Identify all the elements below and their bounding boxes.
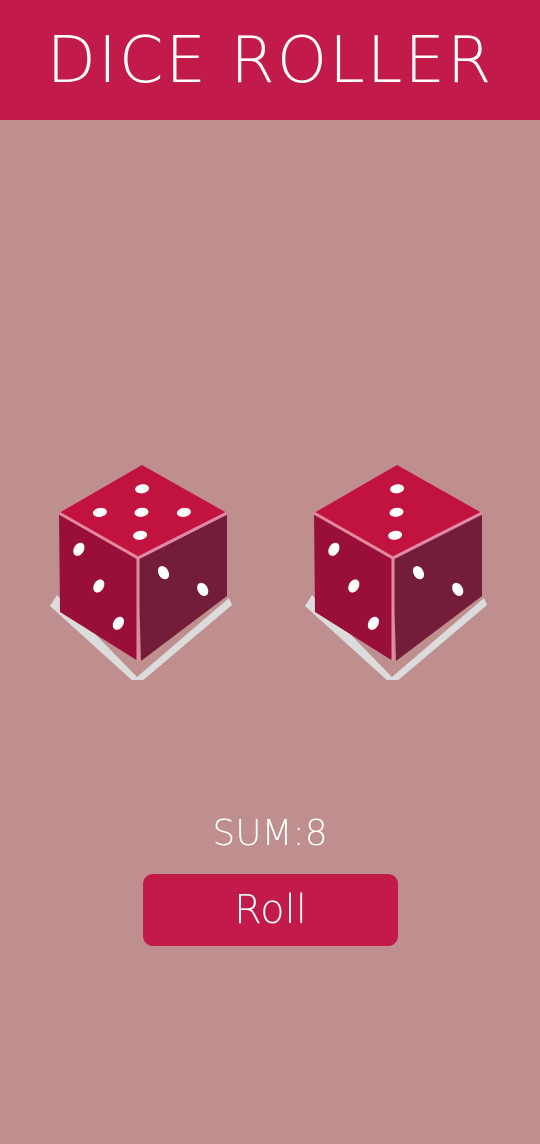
die-right[interactable] <box>297 455 497 680</box>
app-header: DICE ROLLER <box>0 0 540 120</box>
roll-button[interactable]: Roll <box>143 874 398 946</box>
app-title: DICE ROLLER <box>46 24 494 98</box>
die-left[interactable] <box>42 455 242 680</box>
dice-area <box>0 455 540 685</box>
sum-label: SUM:8 <box>212 813 328 854</box>
